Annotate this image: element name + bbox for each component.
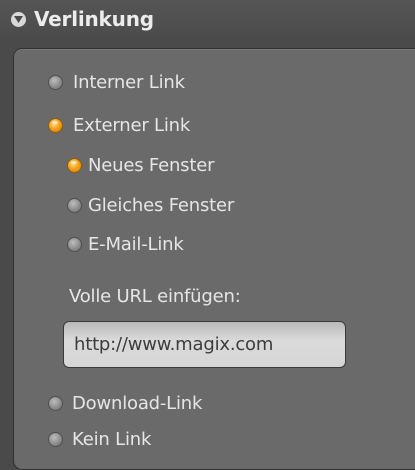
panel-title: Verlinkung — [34, 7, 154, 31]
radio-label: Interner Link — [73, 71, 185, 93]
radio-button-unselected[interactable] — [67, 197, 82, 213]
radio-label: E-Mail-Link — [88, 233, 184, 255]
radio-same-window[interactable]: Gleiches Fenster — [67, 192, 234, 218]
radio-internal-link[interactable]: Interner Link — [48, 69, 185, 95]
radio-label: Neues Fenster — [88, 154, 215, 176]
radio-new-window[interactable]: Neues Fenster — [67, 152, 214, 178]
radio-button-unselected[interactable] — [67, 236, 82, 252]
chevron-down-icon[interactable] — [11, 12, 26, 27]
url-input[interactable] — [63, 321, 346, 368]
radio-no-link[interactable]: Kein Link — [48, 426, 151, 452]
radio-email-link[interactable]: E-Mail-Link — [67, 231, 184, 257]
radio-download-link[interactable]: Download-Link — [48, 390, 202, 416]
url-field-label: Volle URL einfügen: — [69, 286, 241, 307]
radio-external-link[interactable]: Externer Link — [48, 112, 190, 138]
radio-button-selected[interactable] — [67, 157, 82, 173]
radio-label: Kein Link — [72, 428, 152, 450]
radio-label: Gleiches Fenster — [88, 194, 235, 216]
radio-button-unselected[interactable] — [48, 431, 63, 447]
radio-button-selected[interactable] — [48, 117, 63, 133]
radio-label: Externer Link — [73, 114, 191, 136]
radio-label: Download-Link — [72, 392, 203, 414]
radio-button-unselected[interactable] — [48, 395, 63, 411]
panel-header[interactable]: Verlinkung — [0, 0, 415, 42]
radio-button-unselected[interactable] — [48, 74, 63, 90]
